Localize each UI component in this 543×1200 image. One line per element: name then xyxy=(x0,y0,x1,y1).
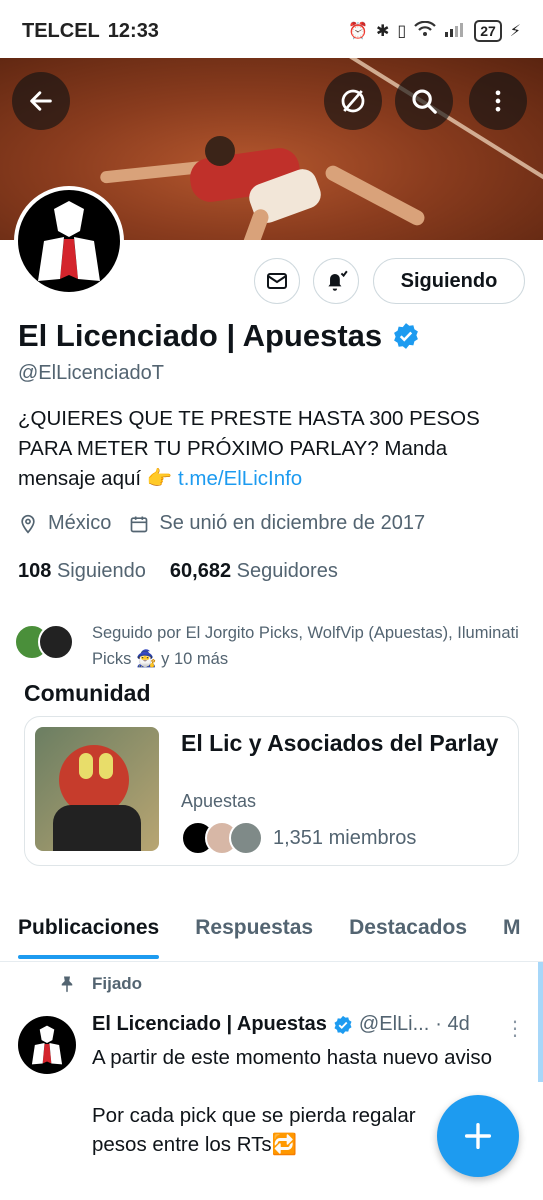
following-button[interactable]: Siguiendo xyxy=(373,258,525,304)
post-author[interactable]: El Licenciado | Apuestas xyxy=(92,1013,327,1036)
scroll-indicator[interactable] xyxy=(538,962,543,1082)
alarm-icon: ⏰ xyxy=(348,23,368,40)
location-icon xyxy=(21,514,35,534)
post-header: El Licenciado | Apuestas @ElLi... · 4d xyxy=(92,1013,470,1036)
pinned-indicator: Fijado xyxy=(58,974,142,994)
location-text: México xyxy=(48,512,112,534)
tab-publicaciones[interactable]: Publicaciones xyxy=(0,905,177,961)
charging-icon: ⚡ xyxy=(509,23,521,40)
followers-label: Seguidores xyxy=(236,560,338,582)
verified-badge-icon xyxy=(334,1015,352,1034)
mail-icon xyxy=(267,273,287,289)
notifications-button[interactable] xyxy=(313,258,359,304)
carrier-label: TELCEL xyxy=(22,19,100,42)
profile-name: El Licenciado | Apuestas xyxy=(18,318,383,353)
wifi-icon xyxy=(414,20,436,42)
vibrate-icon: ▯ xyxy=(397,23,407,40)
profile-stats: 108 Siguiendo 60,682 Seguidores xyxy=(18,560,338,583)
search-button[interactable] xyxy=(395,72,453,130)
profile-avatar[interactable] xyxy=(14,186,124,296)
profile-name-row: El Licenciado | Apuestas xyxy=(18,318,420,354)
followed-by-row[interactable]: Seguido por El Jorgito Picks, WolfVip (A… xyxy=(14,620,534,672)
pinned-label: Fijado xyxy=(92,974,143,993)
plus-icon xyxy=(464,1122,492,1150)
joined-text: Se unió en diciembre de 2017 xyxy=(159,512,426,534)
message-button[interactable] xyxy=(254,258,300,304)
member-avatar xyxy=(229,821,263,855)
bluetooth-icon: ✱ xyxy=(375,23,390,40)
tab-destacados[interactable]: Destacados xyxy=(331,905,485,961)
more-options-button[interactable] xyxy=(469,72,527,130)
suit-logo-icon xyxy=(38,201,100,281)
back-arrow-icon xyxy=(30,91,52,111)
following-label: Siguiendo xyxy=(56,560,146,582)
community-image xyxy=(35,727,159,851)
battery-indicator: 27 xyxy=(474,20,502,42)
compose-button[interactable] xyxy=(437,1095,519,1177)
followers-stat[interactable]: 60,682 Seguidores xyxy=(170,560,338,583)
tab-respuestas[interactable]: Respuestas xyxy=(177,905,331,961)
community-name: El Lic y Asociados del Parlay xyxy=(181,730,499,756)
post-handle: @ElLi... xyxy=(358,1013,430,1035)
member-count: 1,351 miembros xyxy=(273,826,417,849)
profile-tabs: Publicaciones Respuestas Destacados M xyxy=(0,905,543,962)
community-card[interactable]: El Lic y Asociados del Parlay Apuestas 1… xyxy=(24,716,519,866)
member-avatars xyxy=(181,821,263,855)
followers-count: 60,682 xyxy=(169,560,232,582)
profile-handle: @ElLicenciadoT xyxy=(18,362,164,384)
slash-circle-icon xyxy=(341,89,365,113)
back-button[interactable] xyxy=(12,72,70,130)
profile-meta: México Se unió en diciembre de 2017 xyxy=(18,512,425,535)
more-vertical-icon xyxy=(495,90,501,112)
pin-icon xyxy=(61,976,73,993)
clock: 12:33 xyxy=(107,19,159,42)
post-more-button[interactable]: ⋮ xyxy=(505,1016,525,1041)
following-count: 108 xyxy=(18,560,52,582)
verified-badge-icon xyxy=(394,323,419,349)
status-icons: ⏰ ✱ ▯ 27 ⚡ xyxy=(348,20,521,42)
community-section-title: Comunidad xyxy=(24,680,151,706)
grok-button[interactable] xyxy=(324,72,382,130)
signal-icon xyxy=(444,21,466,42)
search-icon xyxy=(412,89,437,114)
bio-link[interactable]: t.me/ElLicInfo xyxy=(178,467,302,490)
profile-bio: ¿QUIERES QUE TE PRESTE HASTA 300 PESOS P… xyxy=(18,404,528,494)
community-category: Apuestas xyxy=(181,791,257,811)
followed-by-avatars xyxy=(14,620,84,660)
calendar-icon xyxy=(131,516,148,532)
followed-by-text: Seguido por El Jorgito Picks, WolfVip (A… xyxy=(92,624,519,668)
community-members: 1,351 miembros xyxy=(181,821,416,855)
status-bar: TELCEL 12:33 ⏰ ✱ ▯ 27 ⚡ xyxy=(0,0,543,62)
post-avatar[interactable] xyxy=(18,1016,76,1074)
bell-check-icon xyxy=(328,270,348,291)
tab-more[interactable]: M xyxy=(485,905,539,961)
follower-avatar xyxy=(38,624,74,660)
suit-logo-icon xyxy=(31,1025,63,1065)
following-stat[interactable]: 108 Siguiendo xyxy=(18,560,146,583)
post-time: · 4d xyxy=(435,1013,470,1035)
